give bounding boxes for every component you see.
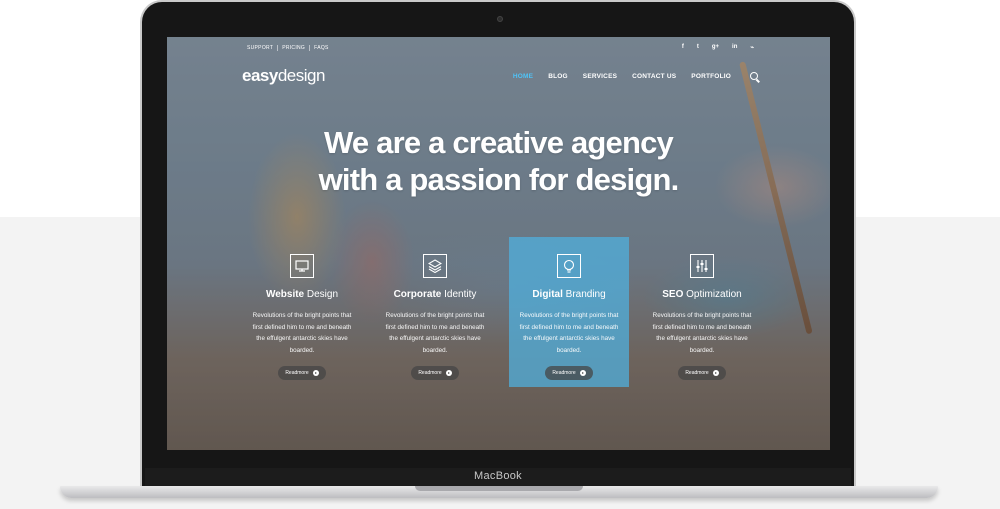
social-links: f t g+ in ⌁ xyxy=(682,41,754,53)
hero-heading: We are a creative agency with a passion … xyxy=(167,124,830,198)
readmore-button[interactable]: Readmore xyxy=(678,366,726,380)
twitter-icon[interactable]: t xyxy=(697,44,699,50)
arrow-right-icon xyxy=(445,370,452,376)
feature-title: Website Design xyxy=(265,289,339,300)
feature-title: SEO Optimization xyxy=(662,289,742,300)
feature-text: Revolutions of the bright points that fi… xyxy=(385,312,485,354)
readmore-button[interactable]: Readmore xyxy=(278,366,326,380)
feature-corporate-identity: Corporate Identity Revolutions of the br… xyxy=(375,237,495,387)
arrow-right-icon xyxy=(712,370,719,376)
camera-icon xyxy=(497,16,503,22)
lightbulb-icon xyxy=(557,254,581,278)
site-logo[interactable]: easydesign xyxy=(242,66,325,86)
readmore-button[interactable]: Readmore xyxy=(545,366,593,380)
support-link[interactable]: SUPPORT xyxy=(243,45,279,51)
faqs-link[interactable]: FAQS xyxy=(310,45,333,51)
sliders-icon xyxy=(690,254,714,278)
laptop-notch xyxy=(415,486,583,491)
feature-text: Revolutions of the bright points that fi… xyxy=(519,312,619,354)
readmore-button[interactable]: Readmore xyxy=(411,366,459,380)
nav-services[interactable]: SERVICES xyxy=(583,73,617,80)
top-bar-links: SUPPORT PRICING FAQS xyxy=(243,42,333,54)
nav-portfolio[interactable]: PORTFOLIO xyxy=(691,73,731,80)
pricing-link[interactable]: PRICING xyxy=(278,45,311,51)
feature-website-design: Website Design Revolutions of the bright… xyxy=(242,237,362,387)
device-label: MacBook xyxy=(474,470,522,482)
feature-text: Revolutions of the bright points that fi… xyxy=(652,312,752,354)
logo-bold: easy xyxy=(242,66,278,85)
feature-title: Digital Branding xyxy=(532,289,606,300)
nav-contact-us[interactable]: CONTACT US xyxy=(632,73,676,80)
main-nav: HOME BLOG SERVICES CONTACT US PORTFOLIO xyxy=(513,72,758,80)
nav-home[interactable]: HOME xyxy=(513,73,533,80)
feature-digital-branding: Digital Branding Revolutions of the brig… xyxy=(509,237,629,387)
hero-line-1: We are a creative agency xyxy=(323,125,674,160)
feature-title: Corporate Identity xyxy=(393,289,477,300)
feature-seo-optimization: SEO Optimization Revolutions of the brig… xyxy=(642,237,762,387)
hero-line-2: with a passion for design. xyxy=(318,162,680,197)
website-screen: SUPPORT PRICING FAQS f t g+ in ⌁ easydes… xyxy=(167,37,830,450)
layers-icon xyxy=(423,254,447,278)
google-plus-icon[interactable]: g+ xyxy=(712,44,719,50)
nav-blog[interactable]: BLOG xyxy=(548,73,568,80)
logo-light: design xyxy=(277,66,326,85)
linkedin-icon[interactable]: in xyxy=(732,44,737,50)
search-icon[interactable] xyxy=(750,72,758,80)
arrow-right-icon xyxy=(579,370,586,376)
rss-icon[interactable]: ⌁ xyxy=(750,44,754,51)
monitor-icon xyxy=(290,254,314,278)
facebook-icon[interactable]: f xyxy=(682,44,684,50)
arrow-right-icon xyxy=(312,370,319,376)
feature-text: Revolutions of the bright points that fi… xyxy=(252,312,352,354)
